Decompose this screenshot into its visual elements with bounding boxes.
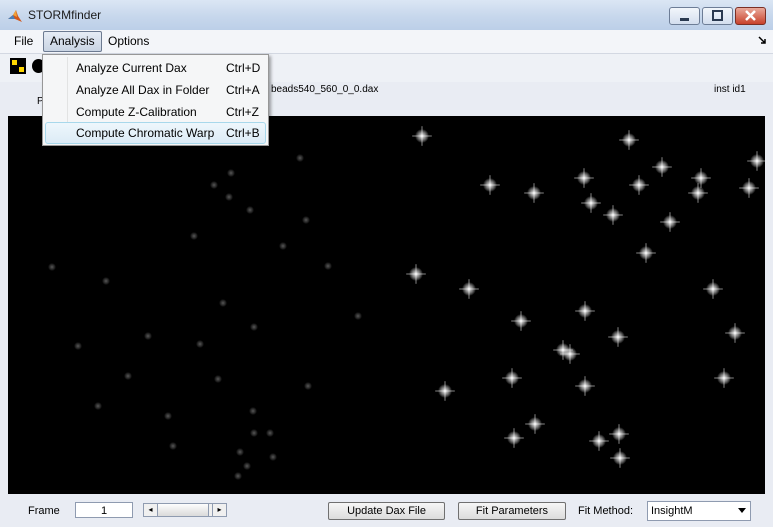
dock-arrow-icon[interactable] [758,36,767,45]
bead-spot [302,216,310,224]
bead-spot [266,429,274,437]
bead-spot [225,193,233,201]
menu-item-label: Analyze Current Dax [76,61,187,75]
bead-spot [250,323,258,331]
menu-item-shortcut: Ctrl+D [226,61,261,75]
bead-spot [296,154,304,162]
bead-spot [354,312,362,320]
frame-label: Frame [28,505,60,517]
bead-spot [250,429,258,437]
menu-item-label: Compute Chromatic Warp [76,126,215,140]
menu-item-shortcut: Ctrl+B [226,126,260,140]
frame-slider[interactable]: ◂ ▸ [143,503,227,517]
bead-spot [227,169,235,177]
bead-spot [279,242,287,250]
bead-spot [246,206,254,214]
menu-item-label: Compute Z-Calibration [76,105,197,119]
menu-item-label: Analyze All Dax in Folder [76,83,210,97]
slider-right-arrow-icon[interactable]: ▸ [212,504,226,516]
frame-input[interactable]: 1 [75,502,133,518]
bottom-controls: Frame 1 ◂ ▸ Update Dax File Fit Paramete… [0,494,773,527]
close-icon [745,10,756,21]
menu-bar: File Analysis Options [0,30,773,54]
minimize-button[interactable] [669,7,700,25]
bead-spot [249,407,257,415]
menu-item-analyze-current-dax[interactable]: Analyze Current Dax Ctrl+D [45,57,266,79]
bead-spot [94,402,102,410]
menu-item-compute-chromatic-warp[interactable]: Compute Chromatic Warp Ctrl+B [45,122,266,144]
instance-id: inst id1 [714,84,746,95]
image-viewer[interactable] [8,116,765,494]
dax-filename: beads540_560_0_0.dax [271,84,379,95]
bead-spot [219,299,227,307]
menu-options[interactable]: Options [102,32,155,51]
bead-spot [236,448,244,456]
bead-spot [234,472,242,480]
matlab-icon [8,10,22,22]
fit-method-label: Fit Method: [578,505,634,517]
bead-spot [144,332,152,340]
bead-spot [196,340,204,348]
fit-method-value: InsightM [651,505,693,517]
bead-spot [210,181,218,189]
title-bar: STORMfinder [0,0,773,31]
chevron-down-icon [738,508,746,513]
close-button[interactable] [735,7,766,25]
update-dax-button[interactable]: Update Dax File [328,502,445,520]
maximize-button[interactable] [702,7,733,25]
bead-spot [269,453,277,461]
bead-spot [190,232,198,240]
menu-analysis[interactable]: Analysis [43,31,102,52]
window-title: STORMfinder [28,8,102,22]
fit-method-select[interactable]: InsightM [647,501,751,521]
menu-file[interactable]: File [8,32,39,51]
slider-left-arrow-icon[interactable]: ◂ [144,504,158,516]
grid-tool-icon[interactable] [10,58,26,74]
bead-spot [164,412,172,420]
bead-spot [124,372,132,380]
bead-image [8,116,765,494]
minimize-icon [680,18,689,21]
bead-spot [102,277,110,285]
menu-item-shortcut: Ctrl+Z [226,105,259,119]
menu-item-analyze-all-dax[interactable]: Analyze All Dax in Folder Ctrl+A [45,79,266,101]
bead-spot [214,375,222,383]
bead-spot [169,442,177,450]
menu-item-compute-z-calibration[interactable]: Compute Z-Calibration Ctrl+Z [45,101,266,123]
bead-spot [243,462,251,470]
analysis-dropdown-menu: Analyze Current Dax Ctrl+D Analyze All D… [42,54,269,146]
bead-spot [304,382,312,390]
bead-spot [74,342,82,350]
bead-spot [48,263,56,271]
fit-parameters-button[interactable]: Fit Parameters [458,502,566,520]
slider-thumb[interactable] [158,504,209,516]
bead-spot [324,262,332,270]
maximize-icon [712,10,723,21]
menu-item-shortcut: Ctrl+A [226,83,260,97]
